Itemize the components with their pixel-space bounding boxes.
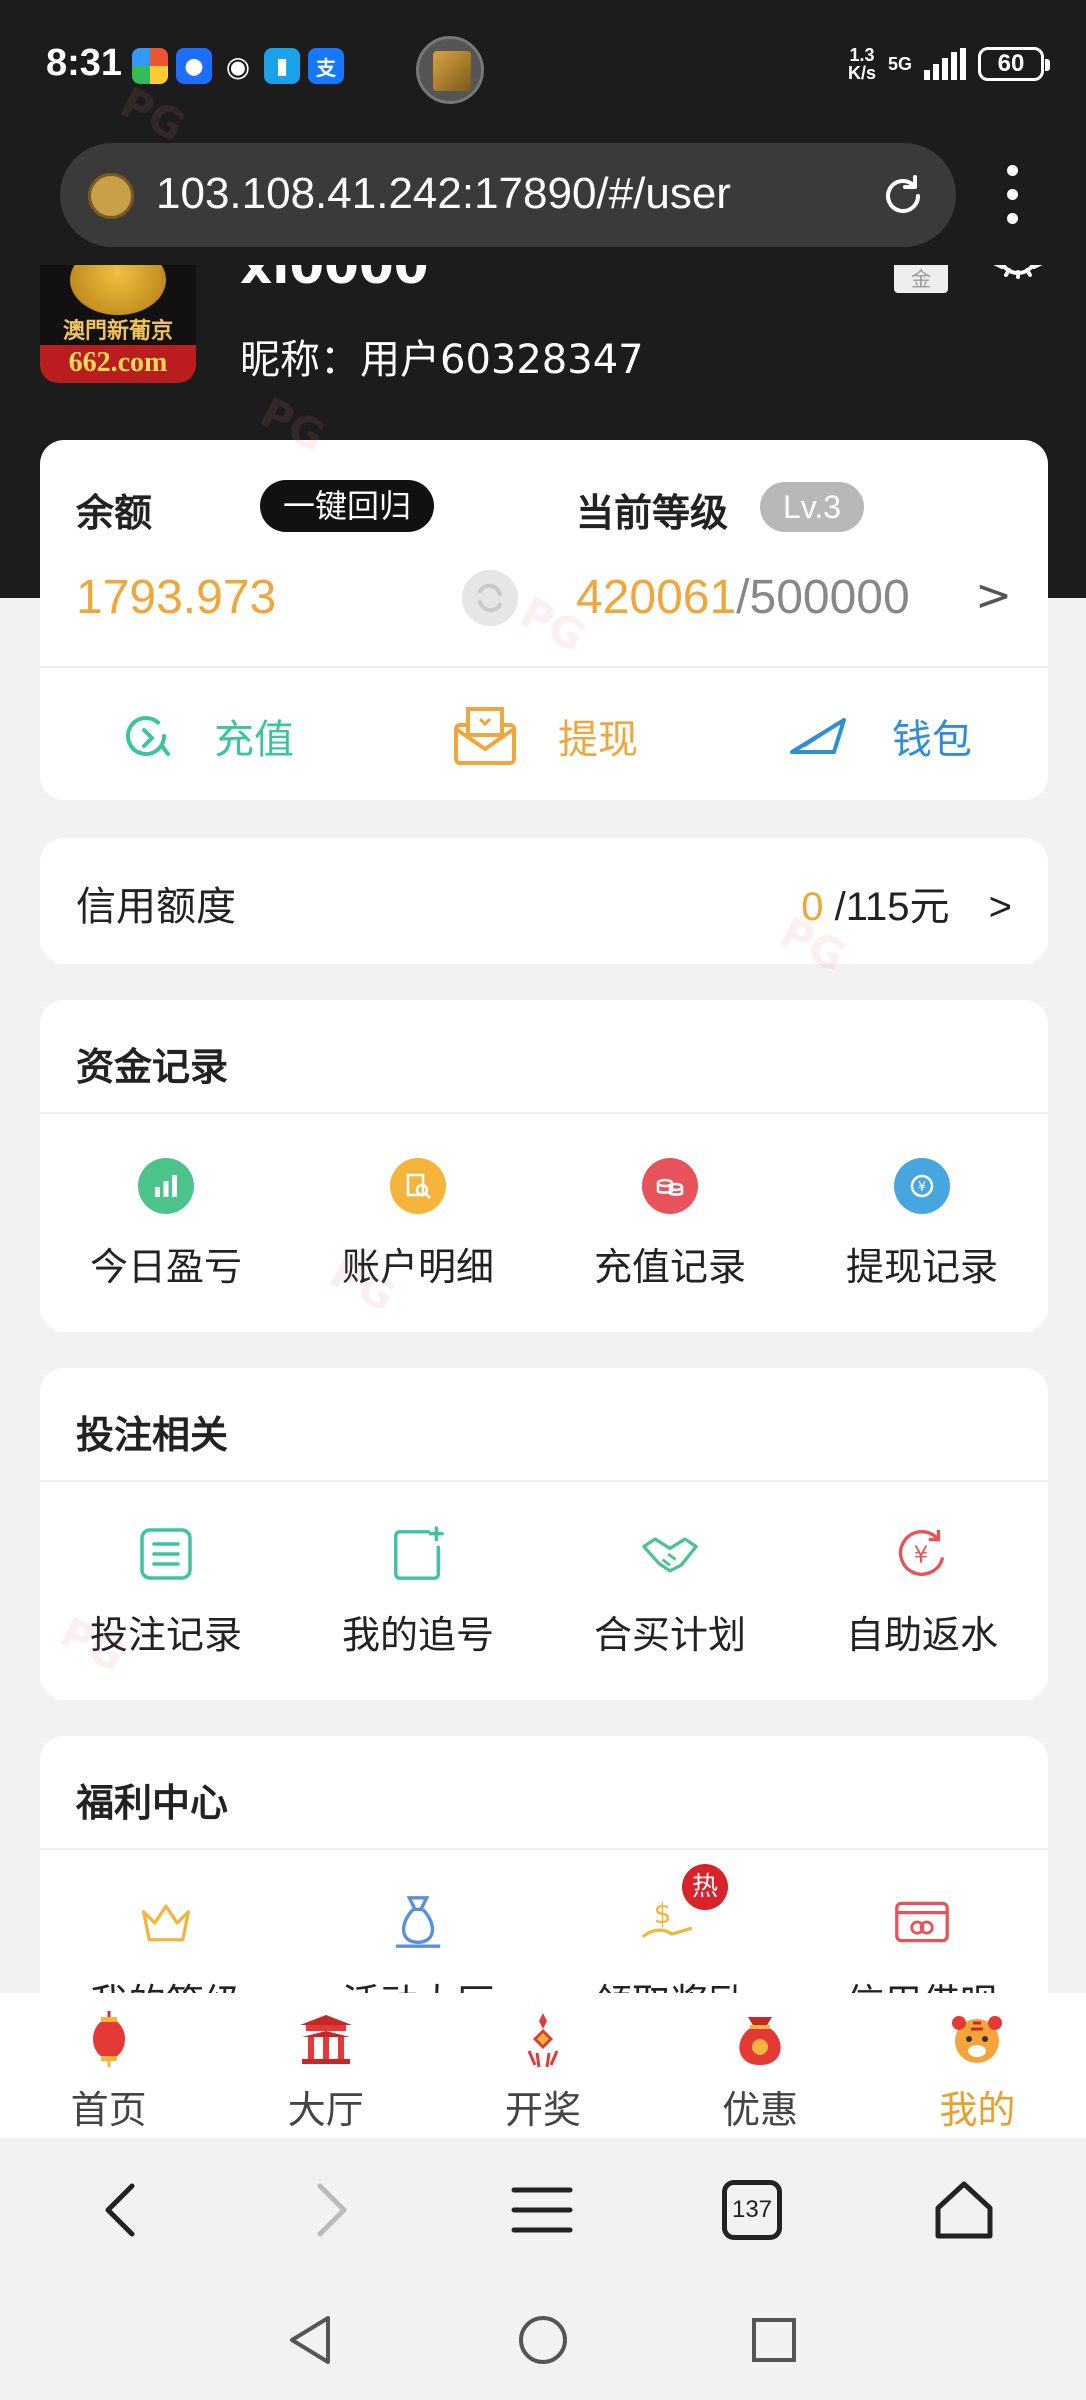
today-profit-item[interactable]: 今日盈亏 — [40, 1158, 292, 1291]
yuan-circle-icon: ¥ — [894, 1526, 950, 1582]
self-rebate-item[interactable]: ¥ 自助返水 — [796, 1526, 1048, 1659]
credit-value: 0 /115元 > — [801, 885, 1012, 929]
tab-promotion[interactable]: 优惠 — [652, 1993, 869, 2138]
system-home-icon[interactable] — [515, 2312, 571, 2368]
credit-label: 信用额度 — [76, 884, 236, 930]
tab-draw[interactable]: 开奖 — [434, 1993, 651, 2138]
card-icon — [894, 1894, 950, 1950]
menu-icon[interactable] — [506, 2174, 578, 2246]
handshake-icon — [642, 1526, 698, 1582]
browser-nav-bar: 137 — [0, 2138, 1086, 2280]
withdraw-record-item[interactable]: ¥ 提现记录 — [796, 1158, 1048, 1291]
search-document-icon — [390, 1158, 446, 1214]
message-app-icon: ● — [176, 48, 212, 84]
vip-badge: 金 — [894, 265, 948, 293]
level-badge: Lv.3 — [760, 482, 864, 532]
account-detail-item[interactable]: 账户明细 — [292, 1158, 544, 1291]
credit-limit-row[interactable]: 信用额度 0 /115元 > — [40, 838, 1048, 964]
nickname: 昵称：用户60328347 — [240, 337, 644, 383]
tab-hall[interactable]: 大厅 — [217, 1993, 434, 2138]
status-bar: 8:31 ● ◉ ▮ 支 1.3 K/s 5G 60 — [0, 0, 1086, 135]
section-title: 福利中心 — [76, 1781, 229, 1825]
system-nav-bar — [0, 2280, 1086, 2400]
one-click-return-button[interactable]: 一键回归 — [260, 480, 434, 532]
tab-mine[interactable]: 我的 — [869, 1993, 1086, 2138]
app-notification-icon — [132, 48, 168, 84]
wechat-icon: ◉ — [225, 49, 251, 83]
withdraw-button[interactable]: 提现 — [452, 696, 638, 776]
firecracker-icon — [527, 2013, 559, 2068]
network-type: 5G — [887, 53, 912, 74]
recharge-icon — [126, 716, 170, 757]
level-label: 当前等级 — [576, 491, 729, 535]
coins-icon — [642, 1158, 698, 1214]
list-icon — [138, 1526, 194, 1582]
tiger-icon — [952, 2016, 1003, 2063]
recharge-record-item[interactable]: 充值记录 — [544, 1158, 796, 1291]
book-app-icon: ▮ — [264, 48, 300, 84]
fund-records-section: 资金记录 今日盈亏 账户明细 充值记录 ¥ 提现记录 — [40, 1000, 1048, 1332]
withdraw-icon — [454, 707, 516, 765]
network-speed: 1.3 K/s — [847, 45, 876, 83]
notification-icons: ● ◉ ▮ 支 — [132, 48, 344, 84]
tab-home[interactable]: 首页 — [0, 1993, 217, 2138]
svg-text:¥: ¥ — [918, 1180, 926, 1195]
reward-hand-icon: $ 热 — [642, 1864, 728, 1950]
level-arrow-icon[interactable]: > — [975, 570, 1012, 621]
more-menu-icon[interactable] — [1000, 165, 1024, 235]
alipay-icon: 支 — [308, 48, 344, 84]
section-title: 投注相关 — [76, 1413, 229, 1457]
money-bag-icon — [390, 1894, 446, 1950]
address-bar[interactable]: 103.108.41.242:17890/#/user — [60, 143, 956, 247]
wallet-button[interactable]: 钱包 — [790, 696, 972, 776]
status-time: 8:31 — [46, 42, 123, 84]
svg-text:¥: ¥ — [914, 1542, 929, 1569]
yuan-refresh-icon: ¥ — [894, 1158, 950, 1214]
chart-bars-icon — [138, 1158, 194, 1214]
status-indicators: 1.3 K/s 5G 60 — [847, 45, 1050, 83]
refresh-balance-icon[interactable] — [462, 570, 518, 626]
signal-icon — [924, 48, 966, 80]
url-text[interactable]: 103.108.41.242:17890/#/user — [156, 169, 731, 219]
chevron-right-icon: > — [988, 885, 1012, 929]
wallet-icon — [790, 718, 846, 754]
site-logo: 澳門新葡京 662.com — [40, 265, 196, 383]
system-recents-icon[interactable] — [746, 2312, 802, 2368]
bottom-tab-bar: 首页 大厅 开奖 优惠 我的 — [0, 1993, 1086, 2138]
settings-gear-icon[interactable] — [990, 265, 1046, 295]
reload-icon[interactable] — [878, 171, 928, 221]
group-buy-item[interactable]: 合买计划 — [544, 1526, 796, 1659]
back-icon[interactable] — [86, 2174, 158, 2246]
pavilion-icon — [299, 2015, 352, 2064]
lucky-bag-icon — [739, 2017, 781, 2065]
balance-value: 1793.973 — [76, 571, 277, 624]
recharge-button[interactable]: 充值 — [118, 696, 294, 776]
betting-section: 投注相关 投注记录 我的追号 合买计划 ¥ 自助返水 — [40, 1368, 1048, 1700]
site-favicon-icon — [88, 173, 134, 219]
level-progress[interactable]: 420061/500000 — [576, 570, 910, 625]
add-document-icon — [390, 1526, 446, 1582]
balance-card: 余额 一键回归 1793.973 当前等级 Lv.3 420061/500000… — [40, 440, 1048, 800]
forward-icon[interactable] — [294, 2174, 366, 2246]
home-icon[interactable] — [928, 2174, 1000, 2246]
hot-badge: 热 — [682, 1864, 728, 1910]
browser-toolbar: 103.108.41.242:17890/#/user — [0, 135, 1086, 265]
floating-avatar-icon[interactable] — [416, 36, 484, 104]
section-title: 资金记录 — [76, 1045, 229, 1089]
system-back-icon[interactable] — [284, 2312, 340, 2368]
balance-label: 余额 — [76, 491, 153, 535]
lantern-icon — [92, 2011, 125, 2067]
my-chase-item[interactable]: 我的追号 — [292, 1526, 544, 1659]
svg-text:$: $ — [654, 1897, 672, 1930]
bet-record-item[interactable]: 投注记录 — [40, 1526, 292, 1659]
username: xl0000 — [240, 265, 429, 295]
battery-icon: 60 — [978, 47, 1050, 81]
tabs-count-button[interactable]: 137 — [722, 2180, 782, 2240]
crown-icon — [138, 1894, 194, 1950]
